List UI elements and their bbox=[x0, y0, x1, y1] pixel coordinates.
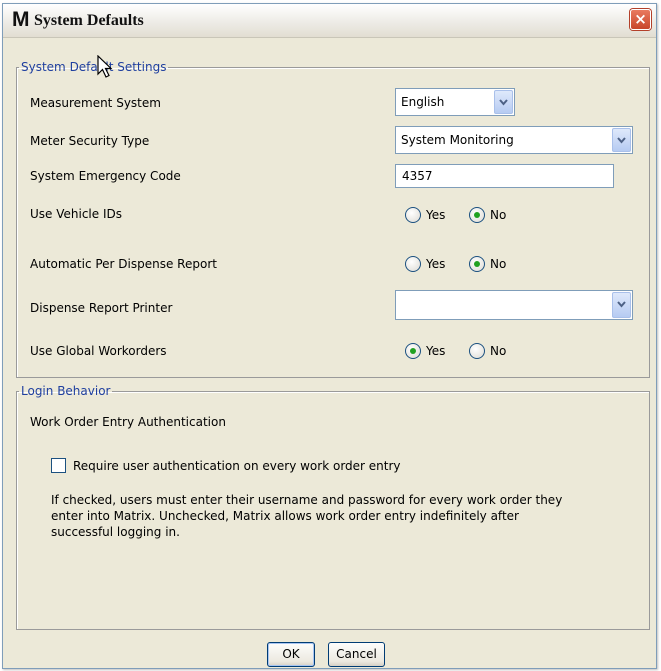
meter-security-type-value: System Monitoring bbox=[401, 133, 514, 147]
automatic-per-dispense-report-no-label[interactable]: No bbox=[490, 257, 506, 271]
title-bar[interactable]: M System Defaults × bbox=[3, 4, 656, 38]
use-vehicle-ids-label: Use Vehicle IDs bbox=[30, 207, 122, 221]
login-behavior-legend: Login Behavior bbox=[21, 384, 111, 398]
chevron-down-icon[interactable] bbox=[612, 128, 631, 152]
system-emergency-code-input[interactable] bbox=[396, 165, 613, 187]
measurement-system-label: Measurement System bbox=[30, 96, 161, 110]
automatic-per-dispense-report-yes-label[interactable]: Yes bbox=[426, 257, 445, 271]
description-line: enter into Matrix. Unchecked, Matrix all… bbox=[51, 509, 519, 523]
automatic-per-dispense-report-yes-radio[interactable] bbox=[405, 256, 421, 272]
require-authentication-checkbox[interactable] bbox=[51, 458, 66, 473]
automatic-per-dispense-report-label: Automatic Per Dispense Report bbox=[30, 257, 217, 271]
meter-security-type-select[interactable]: System Monitoring bbox=[395, 126, 633, 154]
system-emergency-code-label: System Emergency Code bbox=[30, 169, 181, 183]
ok-button[interactable]: OK bbox=[267, 642, 315, 667]
close-button[interactable]: × bbox=[630, 9, 651, 30]
meter-security-type-label: Meter Security Type bbox=[30, 134, 150, 148]
system-defaults-dialog: M System Defaults × System Default Setti… bbox=[2, 3, 657, 669]
system-emergency-code-field[interactable] bbox=[395, 164, 614, 188]
description-line: successful logging in. bbox=[51, 525, 180, 539]
use-global-workorders-label: Use Global Workorders bbox=[30, 344, 167, 358]
require-authentication-label[interactable]: Require user authentication on every wor… bbox=[73, 459, 401, 473]
use-vehicle-ids-no-radio[interactable] bbox=[469, 207, 485, 223]
chevron-down-icon[interactable] bbox=[612, 292, 631, 318]
use-vehicle-ids-yes-label[interactable]: Yes bbox=[426, 208, 445, 222]
window-title: System Defaults bbox=[34, 12, 144, 29]
mouse-cursor-icon bbox=[97, 55, 113, 78]
dispense-report-printer-label: Dispense Report Printer bbox=[30, 301, 173, 315]
dispense-report-printer-select[interactable] bbox=[395, 290, 633, 320]
use-vehicle-ids-no-label[interactable]: No bbox=[490, 208, 506, 222]
automatic-per-dispense-report-no-radio[interactable] bbox=[469, 256, 485, 272]
use-global-workorders-no-radio[interactable] bbox=[469, 343, 485, 359]
login-behavior-description: If checked, users must enter their usern… bbox=[51, 492, 611, 540]
system-default-settings-legend: System Default Settings bbox=[21, 60, 167, 74]
use-vehicle-ids-yes-radio[interactable] bbox=[405, 207, 421, 223]
use-global-workorders-yes-label[interactable]: Yes bbox=[426, 344, 445, 358]
use-global-workorders-yes-radio[interactable] bbox=[405, 343, 421, 359]
chevron-down-icon[interactable] bbox=[494, 90, 513, 114]
work-order-entry-authentication-heading: Work Order Entry Authentication bbox=[30, 415, 226, 429]
app-logo-icon: M bbox=[12, 8, 29, 31]
use-global-workorders-no-label[interactable]: No bbox=[490, 344, 506, 358]
description-line: If checked, users must enter their usern… bbox=[51, 493, 563, 507]
measurement-system-value: English bbox=[401, 95, 445, 109]
measurement-system-select[interactable]: English bbox=[395, 88, 515, 116]
cancel-button[interactable]: Cancel bbox=[328, 642, 385, 667]
